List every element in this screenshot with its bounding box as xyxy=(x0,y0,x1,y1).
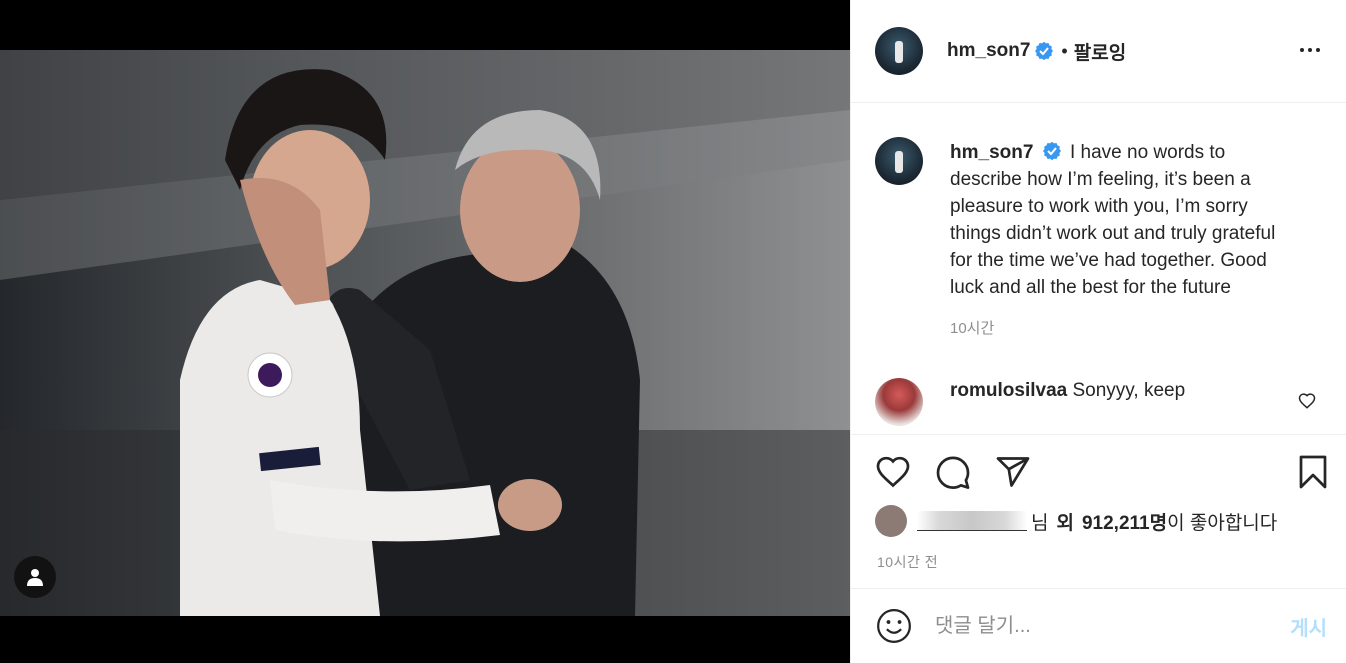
caption-body: I have no words to describe how I’m feel… xyxy=(950,142,1276,298)
bookmark-icon[interactable] xyxy=(1295,454,1331,490)
heart-icon[interactable] xyxy=(875,454,911,490)
following-button[interactable]: 팔로잉 xyxy=(1074,38,1126,65)
likes-and-label: 외 xyxy=(1056,512,1074,534)
post-photo[interactable] xyxy=(0,50,850,616)
verified-badge-icon xyxy=(1035,42,1054,60)
emoji-icon[interactable] xyxy=(875,607,913,645)
post-date[interactable]: 10시간 전 xyxy=(877,552,938,572)
instagram-post: hm_son7 • 팔로잉 hm_son7 I have no words to… xyxy=(0,0,1346,663)
commenter-avatar[interactable] xyxy=(875,378,923,426)
comment-body: Sonyyy, keep xyxy=(1072,380,1186,401)
comment-input[interactable] xyxy=(935,614,1291,638)
liker-avatar[interactable] xyxy=(875,505,907,537)
liker-name-suffix: 님 xyxy=(1031,512,1049,534)
post-header: hm_son7 • 팔로잉 xyxy=(851,0,1346,103)
caption-author-username[interactable]: hm_son7 xyxy=(950,142,1033,163)
comment-icon[interactable] xyxy=(935,454,971,490)
post-media xyxy=(0,0,850,663)
comments-section[interactable]: hm_son7 I have no words to describe how … xyxy=(851,103,1346,435)
post-comment-button[interactable]: 게시 xyxy=(1290,612,1327,641)
post-photo-illustration xyxy=(0,50,850,616)
action-bar xyxy=(851,435,1346,515)
author-info: hm_son7 • 팔로잉 xyxy=(947,38,1126,65)
comment-item: romulosilvaa Sonyyy, keep xyxy=(875,378,1322,426)
likes-text: 이 좋아합니다 xyxy=(1167,512,1278,534)
comment-like-icon[interactable] xyxy=(1298,392,1316,410)
caption-row: hm_son7 I have no words to describe how … xyxy=(875,137,1322,301)
author-username[interactable]: hm_son7 xyxy=(947,40,1030,62)
user-tag-button[interactable] xyxy=(14,556,56,598)
verified-badge-icon xyxy=(1042,142,1061,160)
liker-name-redacted[interactable] xyxy=(917,511,1027,531)
caption-text: hm_son7 I have no words to describe how … xyxy=(950,139,1290,301)
share-icon[interactable] xyxy=(995,454,1031,490)
add-comment-bar: 게시 xyxy=(851,588,1346,663)
comment-text: romulosilvaa Sonyyy, keep xyxy=(950,378,1185,426)
user-tag-icon xyxy=(27,569,43,586)
post-side-panel: hm_son7 • 팔로잉 hm_son7 I have no words to… xyxy=(850,0,1346,663)
caption-author-avatar[interactable] xyxy=(875,137,923,185)
commenter-username[interactable]: romulosilvaa xyxy=(950,380,1067,401)
author-avatar[interactable] xyxy=(875,27,923,75)
more-options-icon[interactable] xyxy=(1300,40,1326,60)
likes-summary: 님 외 912,211명 이 좋아합니다 xyxy=(875,505,1277,537)
follow-separator: • xyxy=(1061,40,1068,61)
caption-time[interactable]: 10시간 xyxy=(950,317,1322,338)
likes-count[interactable]: 912,211명 xyxy=(1082,508,1167,535)
